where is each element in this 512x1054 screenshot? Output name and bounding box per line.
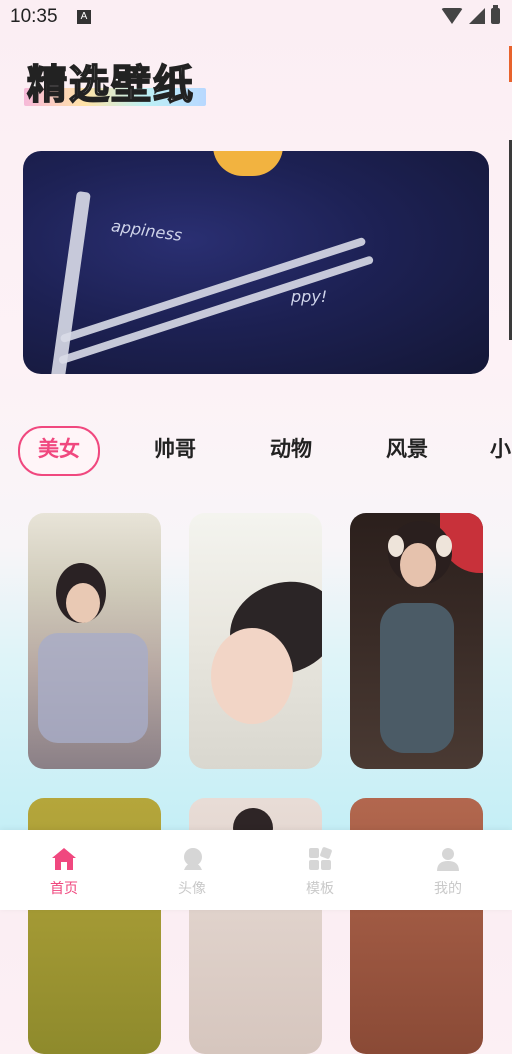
wifi-icon [441, 8, 463, 24]
tab-beauty[interactable]: 美女 [18, 426, 100, 476]
featured-banner[interactable]: appiness ppy! [23, 151, 489, 374]
nav-profile[interactable]: 我的 [408, 846, 488, 898]
nav-avatar[interactable]: 头像 [152, 846, 232, 898]
wallpaper-card[interactable] [28, 513, 161, 769]
bottom-nav: 首页 头像 模板 我的 [0, 830, 512, 910]
tab-scenery[interactable]: 风景 [372, 426, 442, 472]
nav-template[interactable]: 模板 [280, 846, 360, 898]
page-title: 精选壁纸 [26, 61, 195, 109]
nav-avatar-label: 头像 [178, 881, 206, 897]
battery-icon [491, 5, 500, 24]
avatar-icon [184, 848, 202, 870]
nav-home[interactable]: 首页 [24, 846, 104, 898]
banner-shirt-text: ppy! [291, 287, 328, 306]
status-bar: 10:35 A [0, 0, 512, 34]
template-icon [309, 847, 332, 870]
tab-animals[interactable]: 动物 [256, 426, 326, 472]
nav-template-label: 模板 [306, 881, 334, 897]
system-icons [441, 5, 500, 24]
profile-icon [437, 848, 459, 871]
home-icon [52, 848, 76, 870]
signal-icon [469, 8, 485, 24]
notification-app-icon: A [77, 10, 91, 24]
wallpaper-card[interactable] [189, 513, 322, 769]
banner-collar [213, 151, 283, 176]
nav-home-label: 首页 [50, 881, 78, 897]
banner-shirt-text: appiness [110, 216, 184, 245]
nav-profile-label: 我的 [434, 881, 462, 897]
status-time: 10:35 [10, 6, 58, 27]
category-tabs: 美女 帅哥 动物 风景 小 [0, 426, 512, 476]
wallpaper-card[interactable] [350, 513, 483, 769]
tab-handsome[interactable]: 帅哥 [140, 426, 210, 472]
tab-more[interactable]: 小 [490, 426, 512, 472]
